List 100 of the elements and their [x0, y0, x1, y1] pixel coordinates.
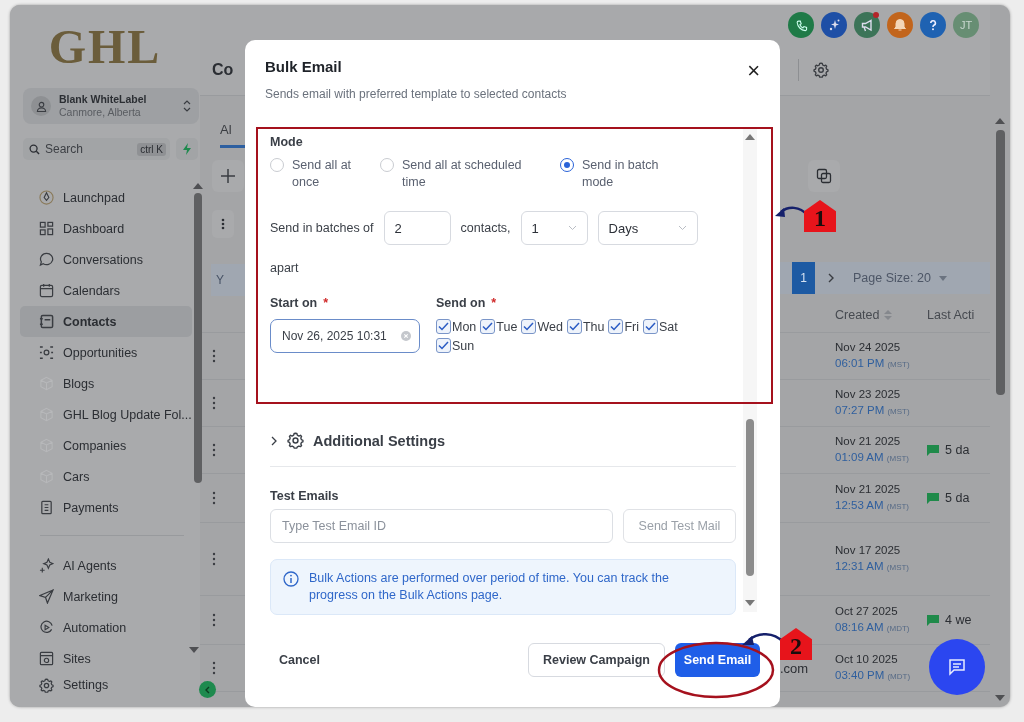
phone-button[interactable] [788, 12, 814, 38]
created-time: 07:27 PM (MST) [835, 403, 911, 418]
scroll-thumb[interactable] [194, 193, 203, 483]
nav-item[interactable]: Automation [20, 612, 187, 643]
checkbox-label[interactable]: Mon [452, 319, 477, 334]
email-text: .com [780, 660, 809, 676]
radio-label[interactable]: Send all at scheduled time [402, 157, 542, 191]
batch-size-field[interactable]: 2 [383, 211, 451, 245]
checkbox-label[interactable]: Thu [582, 319, 605, 334]
checkbox-label[interactable]: Wed [537, 319, 563, 334]
additional-settings-toggle[interactable]: Additional Settings [270, 431, 736, 466]
cancel-button[interactable]: Cancel [265, 642, 334, 677]
checkbox[interactable] [521, 319, 537, 334]
account-location: Canmore, Alberta [59, 106, 142, 119]
contact-icon [39, 314, 54, 329]
checkbox-label[interactable]: Sat [659, 319, 678, 334]
add-button[interactable] [212, 160, 244, 192]
scroll-thumb[interactable] [995, 130, 1005, 395]
checkbox[interactable] [566, 319, 582, 334]
chevron-right-icon[interactable] [827, 273, 835, 283]
info-text: Bulk Actions are performed over period of time. You can track the progress on the Bulk Actions page. [309, 570, 670, 604]
page-button[interactable]: 1 [792, 262, 815, 294]
drag-handle-icon[interactable] [212, 396, 216, 410]
nav-item[interactable]: Sites [20, 643, 187, 674]
page-size-select[interactable]: Page Size: 20 [853, 271, 947, 285]
field-label: Start on [270, 296, 318, 310]
radio-label[interactable]: Send all at once [292, 157, 362, 191]
nav-item[interactable]: AI Agents [20, 550, 187, 581]
scroll-down-icon[interactable] [995, 694, 1005, 701]
nav-item[interactable]: Conversations [20, 244, 192, 275]
sparkle-button[interactable] [821, 12, 847, 38]
drag-handle-icon[interactable] [212, 613, 216, 627]
close-button[interactable]: × [747, 60, 760, 82]
checkbox-label[interactable]: Tue [496, 319, 518, 334]
created-time: 08:16 AM (MDT) [835, 620, 911, 635]
radio-label[interactable]: Send in batch mode [582, 157, 672, 191]
last-activity: 4 we [945, 613, 972, 627]
drag-handle-icon[interactable] [212, 491, 216, 505]
automation-icon [39, 620, 54, 635]
date-field[interactable]: Nov 26, 2025 10:31 [270, 319, 420, 353]
nav-item[interactable]: Companies [20, 430, 192, 461]
payment-icon [39, 500, 54, 515]
nav-item[interactable]: Contacts [20, 306, 192, 337]
last-activity: 5 da [945, 491, 970, 505]
column-header[interactable]: Created [835, 308, 927, 322]
scroll-down-icon[interactable] [188, 646, 199, 653]
created-time: 03:40 PM (MDT) [835, 668, 912, 683]
send-email-button[interactable]: Send Email [675, 642, 760, 677]
nav-item[interactable]: Settings [10, 674, 200, 696]
settings-icon[interactable] [813, 62, 829, 78]
scrollbar[interactable] [743, 127, 757, 612]
nav-item[interactable]: Payments [20, 492, 192, 523]
checkbox[interactable] [436, 338, 451, 353]
column-header[interactable]: Last Acti [927, 308, 975, 322]
checkbox-label[interactable]: Fri [624, 319, 639, 334]
search-icon [29, 143, 40, 155]
plus-icon [221, 169, 235, 183]
created-time: 12:53 AM (MST) [835, 498, 910, 513]
nav-item[interactable]: Opportunities [20, 337, 192, 368]
interval-select[interactable]: 1 [520, 211, 588, 245]
checkbox[interactable] [643, 319, 658, 334]
account-switcher[interactable]: Blank WhiteLabel Canmore, Alberta [23, 88, 199, 124]
period-select[interactable]: Days [597, 211, 698, 245]
checkbox[interactable] [436, 319, 451, 334]
info-icon [283, 571, 299, 587]
megaphone-button[interactable] [854, 12, 880, 38]
nav-item[interactable]: Calendars [20, 275, 192, 306]
nav-item[interactable]: Launchpad [20, 182, 192, 213]
review-campaign-button[interactable]: Review Campaign [528, 642, 665, 677]
checkbox[interactable] [608, 319, 624, 334]
nav-item[interactable]: Dashboard [20, 213, 192, 244]
chevron-left-icon [204, 685, 211, 694]
field-label: contacts, [460, 221, 511, 235]
scroll-up-icon[interactable] [193, 182, 204, 189]
logo: GHL [47, 19, 163, 75]
scroll-up-icon[interactable] [745, 133, 755, 140]
scroll-thumb[interactable] [746, 419, 754, 576]
checkbox[interactable] [480, 319, 496, 334]
checkbox-label[interactable]: Sun [452, 338, 475, 353]
help-button[interactable] [920, 12, 946, 38]
user-icon [31, 96, 51, 116]
drag-handle-icon[interactable] [212, 552, 216, 566]
sparkle-icon [39, 558, 54, 573]
search-field[interactable]: Search ctrl K [23, 138, 170, 160]
drag-handle-icon[interactable] [212, 443, 216, 457]
nav-item[interactable]: Marketing [20, 581, 187, 612]
drag-handle-icon[interactable] [212, 349, 216, 363]
last-activity: 5 da [945, 443, 970, 457]
scroll-down-icon[interactable] [745, 599, 755, 606]
field-label: Send in batches of [270, 221, 374, 235]
nav-item[interactable]: Blogs [20, 368, 192, 399]
field-label: Send on [436, 296, 486, 310]
nav-item[interactable]: GHL Blog Update Fol... [20, 399, 192, 430]
nav-item[interactable]: Cars [20, 461, 192, 492]
copy-button[interactable] [808, 160, 840, 192]
bell-button[interactable] [887, 12, 913, 38]
drag-handle-icon[interactable] [212, 661, 216, 675]
scroll-up-icon[interactable] [995, 117, 1005, 124]
collapse-button[interactable] [199, 681, 216, 698]
settings-icon [39, 677, 54, 693]
